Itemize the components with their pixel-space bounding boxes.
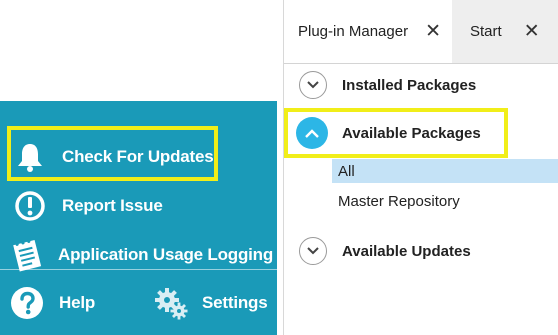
application-usage-logging-item[interactable]: Application Usage Logging (10, 237, 273, 273)
settings-item[interactable]: Settings (153, 285, 268, 321)
tab-plugin-manager-label: Plug-in Manager (298, 23, 409, 40)
gears-icon (153, 286, 191, 320)
chevron-down-icon (299, 71, 327, 99)
notepad-icon (10, 238, 48, 272)
help-item[interactable]: Help (10, 285, 95, 321)
package-source-all[interactable]: All (332, 159, 558, 183)
package-source-master-repository[interactable]: Master Repository (332, 189, 558, 213)
package-source-all-label: All (338, 162, 355, 180)
chevron-down-icon (299, 237, 327, 265)
installed-packages-label: Installed Packages (342, 76, 477, 94)
tab-start[interactable]: Start ✕ (452, 0, 558, 63)
menu-divider (0, 269, 277, 270)
report-issue-item[interactable]: Report Issue (14, 189, 163, 223)
available-packages-highlight (284, 108, 508, 158)
plugin-manager-panel: Plug-in Manager ✕ Start ✕ Installed Pack… (283, 0, 558, 335)
exclamation-circle-icon (14, 190, 48, 222)
report-issue-label: Report Issue (62, 196, 163, 215)
tab-bar: Plug-in Manager ✕ Start ✕ (284, 0, 558, 64)
package-source-master-repository-label: Master Repository (338, 192, 460, 210)
question-circle-icon (10, 286, 46, 320)
help-label: Help (59, 293, 96, 312)
available-updates-header[interactable]: Available Updates (284, 229, 558, 273)
application-usage-logging-label: Application Usage Logging (58, 245, 274, 264)
application-menu: Check For Updates Report Issue Applicati… (0, 101, 277, 335)
tab-plugin-manager[interactable]: Plug-in Manager ✕ (284, 0, 452, 63)
tab-start-label: Start (470, 23, 502, 40)
close-icon[interactable]: ✕ (425, 20, 441, 43)
settings-label: Settings (202, 293, 268, 312)
installed-packages-header[interactable]: Installed Packages (284, 63, 558, 107)
check-for-updates-highlight (7, 126, 218, 181)
available-updates-label: Available Updates (342, 242, 471, 260)
close-icon[interactable]: ✕ (524, 20, 540, 43)
